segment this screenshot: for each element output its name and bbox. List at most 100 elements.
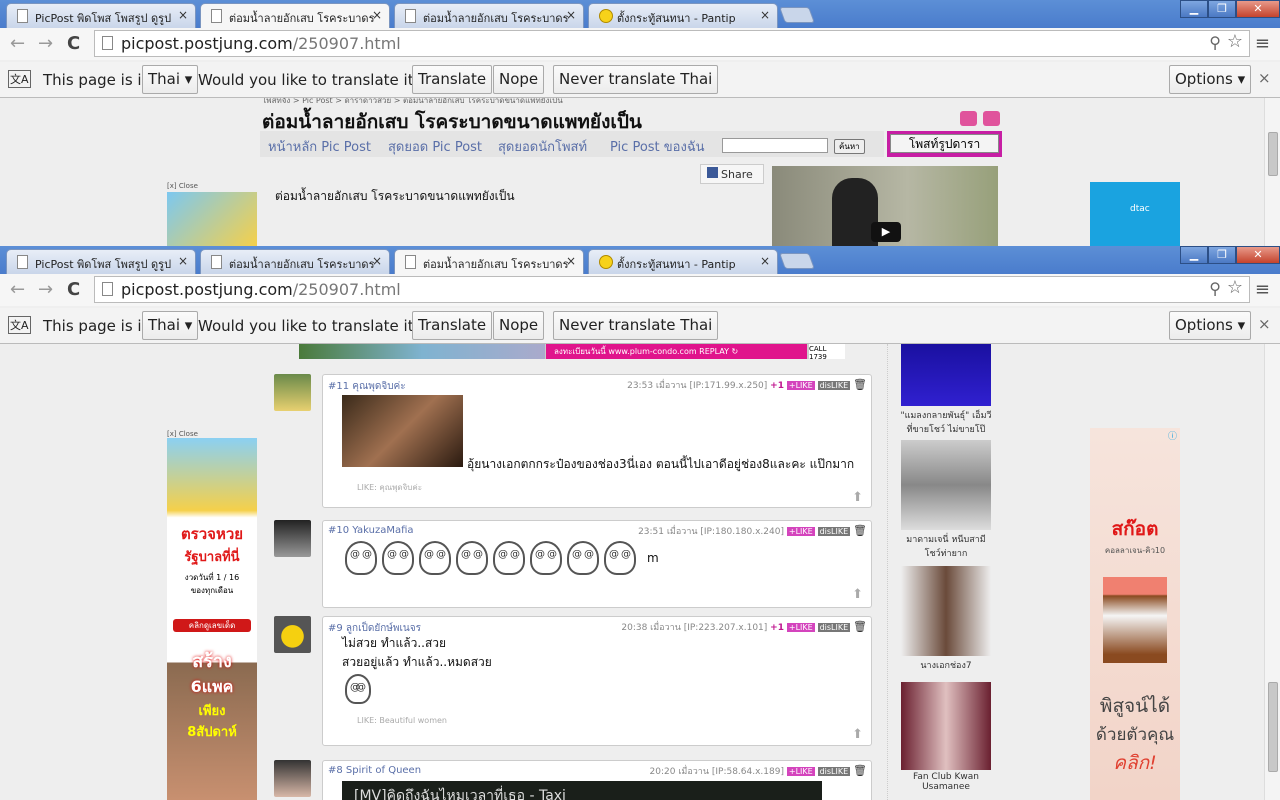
minimize-button[interactable]: ▁ (1180, 246, 1208, 264)
nope-button[interactable]: Nope (493, 65, 545, 94)
maximize-button[interactable]: ❐ (1208, 0, 1236, 18)
ad-close-link[interactable]: [x] Close (167, 182, 198, 190)
address-bar[interactable]: picpost.postjung.com/250907.html ⚲ ☆ (94, 276, 1250, 303)
avatar[interactable] (274, 616, 311, 653)
comment-author[interactable]: #11 คุณพุดจิบค่ะ (328, 379, 406, 394)
never-translate-button[interactable]: Never translate Thai (553, 311, 719, 340)
tab-pantip[interactable]: ตั้งกระทู้สนทนา - Pantip × (588, 3, 778, 28)
like-button[interactable]: +LIKE (786, 623, 815, 632)
thumb-image[interactable] (901, 682, 991, 770)
comment-author[interactable]: #8 Spirit of Queen (328, 765, 421, 776)
like-button[interactable]: +LIKE (786, 767, 815, 776)
scrollbar[interactable] (1264, 98, 1280, 246)
options-button[interactable]: Options ▾ (1169, 65, 1252, 94)
nope-button[interactable]: Nope (493, 311, 545, 340)
options-button[interactable]: Options ▾ (1169, 311, 1252, 340)
trash-icon[interactable]: 🗑 (853, 524, 867, 537)
tab-picpost[interactable]: PicPost พิดโพส โพสรูป ดูรูป × (6, 249, 196, 274)
ad-info-icon[interactable]: ⓘ (1168, 429, 1177, 442)
left-lottery-ad[interactable]: ตรวจหวย รัฐบาลที่นี่ งวดวันที่ 1 / 16 ขอ… (167, 438, 257, 800)
post-photo-button[interactable]: โพสท์รูปดารา (890, 134, 999, 153)
language-select[interactable]: Thai ▾ (142, 311, 199, 340)
close-tab-icon[interactable]: × (760, 254, 770, 268)
thumb-caption[interactable]: "แมลงกลายพันธุ์" เอ็มวีที่ขายโชว์ ไม่ขาย… (900, 408, 992, 436)
scotch-ad[interactable]: ⓘ สก๊อต คอลลาเจน-คิว10 พิสูจน์ได้ ด้วยตั… (1090, 428, 1180, 800)
reload-icon[interactable]: C (67, 279, 80, 300)
minimize-button[interactable]: ▁ (1180, 0, 1208, 18)
avatar[interactable] (274, 760, 311, 797)
tab-article-1[interactable]: ต่อมน้ำลายอักเสบ โรคระบาดร × (200, 3, 390, 28)
thumb-image[interactable] (901, 344, 991, 406)
reload-icon[interactable]: C (67, 33, 80, 54)
close-translate-bar[interactable]: × (1258, 315, 1271, 333)
thumb-image[interactable] (901, 566, 991, 656)
facebook-share-button[interactable]: Share (700, 164, 764, 184)
thumb-caption[interactable]: Fan Club Kwan Usamanee (900, 772, 992, 792)
scrollbar[interactable] (1264, 344, 1280, 800)
bookmark-star-icon[interactable]: ☆ (1227, 277, 1243, 298)
scrollbar-thumb[interactable] (1268, 132, 1278, 176)
thumb-image[interactable] (901, 440, 991, 530)
nav-top-posters[interactable]: สุดยอดนักโพสท์ (498, 136, 587, 157)
left-ad-banner[interactable] (167, 192, 257, 246)
ad-close-link[interactable]: [x] Close (167, 430, 198, 438)
nav-home[interactable]: หน้าหลัก Pic Post (268, 136, 371, 157)
tab-article-2[interactable]: ต่อมน้ำลายอักเสบ โรคระบาดร × (394, 3, 584, 28)
avatar[interactable] (274, 520, 311, 557)
dislike-button[interactable]: disLIKE (817, 767, 851, 776)
back-icon[interactable]: ← (10, 279, 25, 300)
trash-icon[interactable]: 🗑 (853, 378, 867, 391)
forward-icon[interactable]: → (38, 279, 53, 300)
menu-icon[interactable]: ≡ (1255, 279, 1270, 300)
tab-article-1[interactable]: ต่อมน้ำลายอักเสบ โรคระบาดร × (200, 249, 390, 274)
close-tab-icon[interactable]: × (372, 254, 382, 268)
video-embed[interactable]: [MV]คิดถึงฉันไหมเวลาที่เธอ - Taxi (342, 781, 822, 800)
heart-add-icon[interactable] (983, 111, 1000, 126)
like-button[interactable]: +LIKE (786, 381, 815, 390)
address-bar[interactable]: picpost.postjung.com/250907.html ⚲ ☆ (94, 30, 1250, 57)
nav-top-picpost[interactable]: สุดยอด Pic Post (388, 136, 482, 157)
close-tab-icon[interactable]: × (760, 8, 770, 22)
translate-button[interactable]: Translate (412, 311, 493, 340)
close-tab-icon[interactable]: × (372, 8, 382, 22)
reply-icon[interactable]: ⬆ (852, 587, 863, 602)
trash-icon[interactable]: 🗑 (853, 764, 867, 777)
zoom-icon[interactable]: ⚲ (1209, 279, 1221, 298)
search-button[interactable]: ค้นหา (834, 139, 865, 154)
thumb-caption[interactable]: นางเอกช่อง7 (900, 658, 992, 672)
bookmark-star-icon[interactable]: ☆ (1227, 31, 1243, 52)
tab-article-2[interactable]: ต่อมน้ำลายอักเสบ โรคระบาดร × (394, 249, 584, 274)
close-window-button[interactable]: ✕ (1236, 0, 1280, 18)
menu-icon[interactable]: ≡ (1255, 33, 1270, 54)
like-button[interactable]: +LIKE (786, 527, 815, 536)
close-window-button[interactable]: ✕ (1236, 246, 1280, 264)
trash-icon[interactable]: 🗑 (853, 620, 867, 633)
video-ad[interactable]: ▶ (772, 166, 998, 246)
new-tab-button[interactable] (779, 7, 815, 23)
thumb-caption[interactable]: มาดามเจนี่ หนีบสามีโชว์ท่ายาก (900, 532, 992, 560)
search-input[interactable] (722, 138, 828, 153)
tab-pantip[interactable]: ตั้งกระทู้สนทนา - Pantip × (588, 249, 778, 274)
tab-picpost[interactable]: PicPost พิดโพส โพสรูป ดูรูป × (6, 3, 196, 28)
favorite-icon[interactable] (960, 111, 977, 126)
close-tab-icon[interactable]: × (566, 254, 576, 268)
dislike-button[interactable]: disLIKE (817, 381, 851, 390)
zoom-icon[interactable]: ⚲ (1209, 33, 1221, 52)
maximize-button[interactable]: ❐ (1208, 246, 1236, 264)
nav-my-picpost[interactable]: Pic Post ของฉัน (610, 136, 705, 157)
avatar[interactable] (274, 374, 311, 411)
dislike-button[interactable]: disLIKE (817, 623, 851, 632)
comment-image[interactable] (342, 395, 463, 467)
reply-icon[interactable]: ⬆ (852, 727, 863, 742)
never-translate-button[interactable]: Never translate Thai (553, 65, 719, 94)
forward-icon[interactable]: → (38, 33, 53, 54)
dtac-ad[interactable]: dtac (1090, 182, 1180, 246)
close-tab-icon[interactable]: × (178, 254, 188, 268)
back-icon[interactable]: ← (10, 33, 25, 54)
new-tab-button[interactable] (779, 253, 815, 269)
condo-banner-ad[interactable]: ลงทะเบียนวันนี้ www.plum-condo.com REPLA… (299, 344, 845, 359)
language-select[interactable]: Thai ▾ (142, 65, 199, 94)
comment-author[interactable]: #10 YakuzaMafia (328, 525, 414, 536)
close-tab-icon[interactable]: × (566, 8, 576, 22)
reply-icon[interactable]: ⬆ (852, 490, 863, 505)
